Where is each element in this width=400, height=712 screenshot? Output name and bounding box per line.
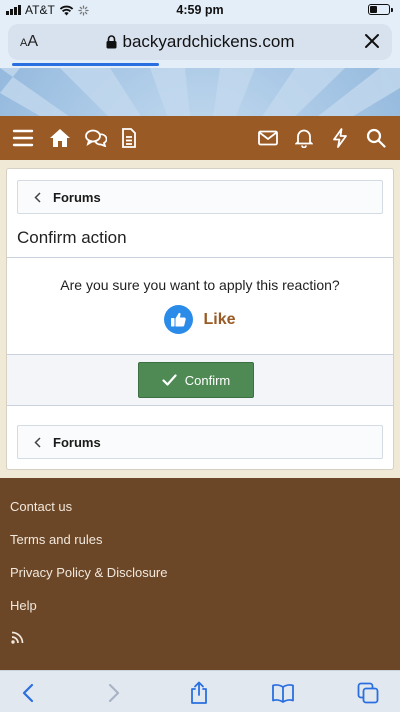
- page-load-progress: [12, 63, 159, 66]
- battery-icon: [368, 4, 393, 15]
- footer-link-help[interactable]: Help: [10, 598, 37, 613]
- forward-icon[interactable]: [102, 681, 126, 705]
- browser-address-area: AA backyardchickens.com: [0, 20, 400, 68]
- footer-link-privacy[interactable]: Privacy Policy & Disclosure: [10, 565, 168, 580]
- chevron-left-icon: [34, 191, 41, 203]
- footer-link-terms[interactable]: Terms and rules: [10, 532, 102, 547]
- like-thumbs-up-icon: [164, 305, 194, 334]
- battery-fill: [370, 6, 377, 13]
- breadcrumb-label: Forums: [53, 434, 101, 450]
- lightning-icon[interactable]: [329, 127, 351, 149]
- lock-icon: [106, 35, 117, 49]
- sunburst-decoration: [0, 68, 400, 116]
- share-icon[interactable]: [187, 681, 211, 705]
- rss-icon[interactable]: [11, 631, 24, 644]
- inbox-envelope-icon[interactable]: [257, 127, 279, 149]
- tabs-icon[interactable]: [356, 681, 380, 705]
- home-icon[interactable]: [49, 127, 71, 149]
- bookmarks-book-icon[interactable]: [271, 681, 295, 705]
- chevron-left-icon: [34, 436, 41, 448]
- browser-toolbar: [0, 670, 400, 712]
- whats-new-document-icon[interactable]: [118, 127, 140, 149]
- status-bar: AT&T 4:59 pm: [0, 0, 400, 20]
- menu-icon[interactable]: [12, 127, 34, 149]
- back-icon[interactable]: [16, 681, 40, 705]
- breadcrumb-top[interactable]: Forums: [17, 180, 383, 214]
- form-submit-row: Confirm: [7, 354, 393, 406]
- breadcrumb-label: Forums: [53, 189, 101, 205]
- checkmark-icon: [162, 374, 177, 386]
- forums-chat-icon[interactable]: [85, 127, 107, 149]
- reaction-preview: Like: [7, 305, 393, 334]
- page-title: Confirm action: [17, 228, 127, 247]
- stop-loading-icon[interactable]: [362, 31, 382, 51]
- reaction-label: Like: [203, 310, 236, 328]
- url-display[interactable]: backyardchickens.com: [8, 32, 392, 52]
- url-text: backyardchickens.com: [122, 32, 295, 51]
- footer-link-contact[interactable]: Contact us: [10, 499, 72, 514]
- site-navigation-bar: [0, 116, 400, 160]
- confirm-question: Are you sure you want to apply this reac…: [60, 277, 340, 293]
- breadcrumb-bottom[interactable]: Forums: [17, 425, 383, 459]
- confirm-button-label: Confirm: [184, 372, 231, 388]
- site-footer: Contact us Terms and rules Privacy Polic…: [0, 478, 400, 670]
- confirm-block: Are you sure you want to apply this reac…: [7, 257, 393, 406]
- site-header-banner: [0, 68, 400, 116]
- confirm-button[interactable]: Confirm: [138, 362, 254, 398]
- status-right: [368, 4, 393, 15]
- search-icon[interactable]: [365, 127, 387, 149]
- alerts-bell-icon[interactable]: [293, 127, 315, 149]
- address-bar[interactable]: AA backyardchickens.com: [8, 24, 392, 60]
- status-time: 4:59 pm: [176, 3, 224, 17]
- confirm-action-panel: Forums Confirm action Are you sure you w…: [6, 168, 394, 470]
